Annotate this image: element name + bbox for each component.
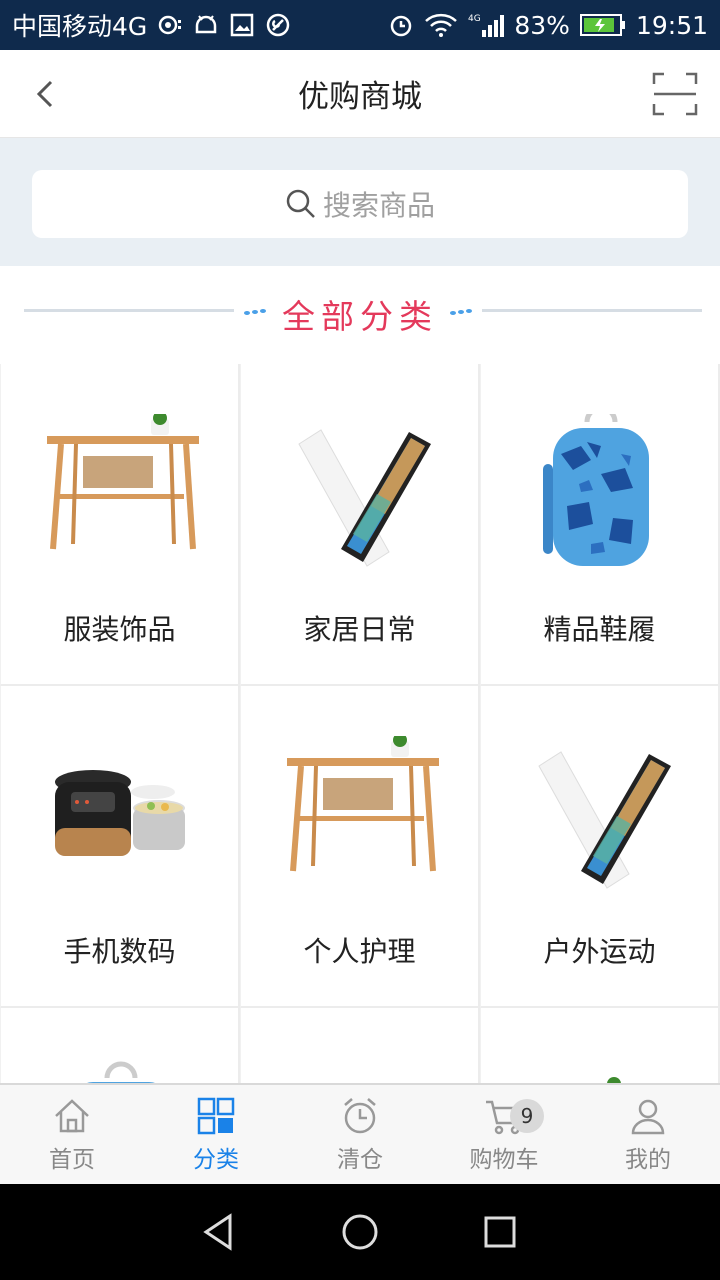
page-title: 优购商城 [298,79,422,115]
system-nav-bar [0,1184,720,1280]
category-label: 精品鞋履 [543,613,656,646]
decor-dots-right [450,309,472,315]
home-circle-icon[interactable] [338,1210,382,1254]
category-item[interactable]: 服装饰品 [0,364,240,686]
scan-button[interactable] [652,70,698,118]
wifi-icon [424,12,458,38]
category-item[interactable]: 家居日常 [240,364,480,686]
smartphone-image [538,751,671,889]
backpack-image [543,414,649,566]
nav-category-label: 分类 [193,1146,239,1173]
nav-profile-label: 我的 [625,1146,671,1173]
category-label: 个人护理 [303,935,416,968]
category-item[interactable]: 手机数码 [0,686,240,1008]
signal-icon: 4G [468,12,505,38]
recents-square-icon[interactable] [478,1210,522,1254]
category-label: 服装饰品 [63,613,176,646]
section-title: 全部分类 [282,297,438,336]
status-bar: 中国移动4G 4G 83% 19:51 [0,0,720,50]
back-triangle-icon[interactable] [198,1210,242,1254]
user-icon [631,1099,665,1134]
divider-right [482,309,702,312]
status-right: 4G 83% 19:51 [388,11,708,40]
alarm-clock-icon [344,1097,376,1133]
android-icon [193,12,219,38]
nav-cart[interactable]: 购物车 9 [432,1085,576,1184]
alarm-icon [388,12,414,38]
search-icon [286,189,315,218]
search-placeholder: 搜索商品 [322,189,435,222]
status-left: 中国移动4G [12,7,291,43]
target-icon [157,12,183,38]
image-icon [229,12,255,38]
nav-profile[interactable]: 我的 [576,1085,720,1184]
nav-cart-label: 购物车 [469,1146,539,1173]
nav-home-label: 首页 [49,1146,95,1173]
home-icon [55,1098,89,1132]
chevron-left-icon [36,80,53,108]
nav-home[interactable]: 首页 [0,1085,144,1184]
wooden-table-image [287,736,439,872]
back-button[interactable] [24,70,68,118]
scan-icon [652,72,698,116]
bottom-nav: 首页 分类 清仓 购物车 9 我的 [0,1083,720,1184]
nav-clearance[interactable]: 清仓 [288,1085,432,1184]
cart-count-badge: 9 [510,1099,544,1133]
nav-category[interactable]: 分类 [144,1085,288,1184]
svg-text:4G: 4G [468,14,481,24]
search-input[interactable]: 搜索商品 [32,170,688,238]
battery-icon [579,13,626,37]
clock-time: 19:51 [635,10,708,40]
category-item[interactable]: 个人护理 [240,686,480,1008]
category-label: 户外运动 [543,935,656,968]
grid-icon [197,1097,235,1134]
nav-clearance-label: 清仓 [337,1146,383,1173]
rice-cooker-image [55,770,185,856]
category-item[interactable]: 户外运动 [480,686,720,1008]
carrier-label: 中国移动4G [12,12,148,41]
category-label: 手机数码 [63,935,176,968]
category-label: 家居日常 [303,613,416,646]
category-item[interactable]: 精品鞋履 [480,364,720,686]
title-bar: 优购商城 [0,50,720,138]
settings-icon [265,12,291,38]
battery-percent: 83% [514,10,570,40]
smartphone-image [298,429,431,567]
wooden-table-image [47,414,199,550]
search-area: 搜索商品 [0,138,720,266]
section-header: 全部分类 [0,266,720,364]
